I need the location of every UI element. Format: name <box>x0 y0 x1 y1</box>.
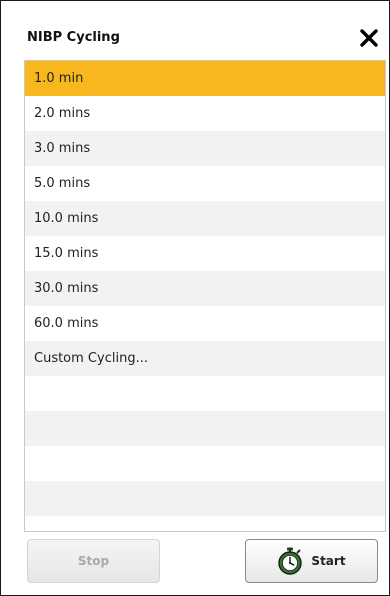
list-item-1-0-min[interactable]: 1.0 min <box>25 61 385 96</box>
dialog-title: NIBP Cycling <box>27 30 120 45</box>
list-item-label: 3.0 mins <box>34 141 91 156</box>
list-item-label: 2.0 mins <box>34 106 91 121</box>
stop-button-label: Stop <box>77 554 110 568</box>
list-item-3-0-mins[interactable]: 3.0 mins <box>25 131 385 166</box>
list-item-label: 5.0 mins <box>34 176 91 191</box>
list-item-label: 1.0 min <box>34 71 84 86</box>
cycling-interval-list[interactable]: 1.0 min 2.0 mins 3.0 mins 5.0 mins 10.0 … <box>24 60 386 532</box>
stop-button: Stop <box>27 539 160 583</box>
empty-list-row <box>25 516 385 531</box>
list-item-custom-cycling[interactable]: Custom Cycling... <box>25 341 385 376</box>
list-item-2-0-mins[interactable]: 2.0 mins <box>25 96 385 131</box>
list-item-label: Custom Cycling... <box>34 351 148 366</box>
start-button[interactable]: Start <box>245 539 378 583</box>
list-item-10-0-mins[interactable]: 10.0 mins <box>25 201 385 236</box>
list-item-30-0-mins[interactable]: 30.0 mins <box>25 271 385 306</box>
empty-list-row <box>25 446 385 481</box>
list-item-60-0-mins[interactable]: 60.0 mins <box>25 306 385 341</box>
list-item-label: 60.0 mins <box>34 316 99 331</box>
list-item-label: 15.0 mins <box>34 246 99 261</box>
dialog-footer: Stop Start <box>1 531 389 595</box>
dialog-header: NIBP Cycling <box>1 1 389 53</box>
start-button-label: Start <box>311 554 346 568</box>
empty-list-row <box>25 376 385 411</box>
empty-list-row <box>25 411 385 446</box>
nibp-cycling-dialog: NIBP Cycling 1.0 min 2.0 mins 3.0 mins 5… <box>0 0 390 596</box>
list-item-5-0-mins[interactable]: 5.0 mins <box>25 166 385 201</box>
list-item-15-0-mins[interactable]: 15.0 mins <box>25 236 385 271</box>
list-item-label: 30.0 mins <box>34 281 99 296</box>
list-item-label: 10.0 mins <box>34 211 99 226</box>
close-icon[interactable] <box>358 27 380 49</box>
empty-list-row <box>25 481 385 516</box>
stopwatch-icon <box>278 547 303 575</box>
